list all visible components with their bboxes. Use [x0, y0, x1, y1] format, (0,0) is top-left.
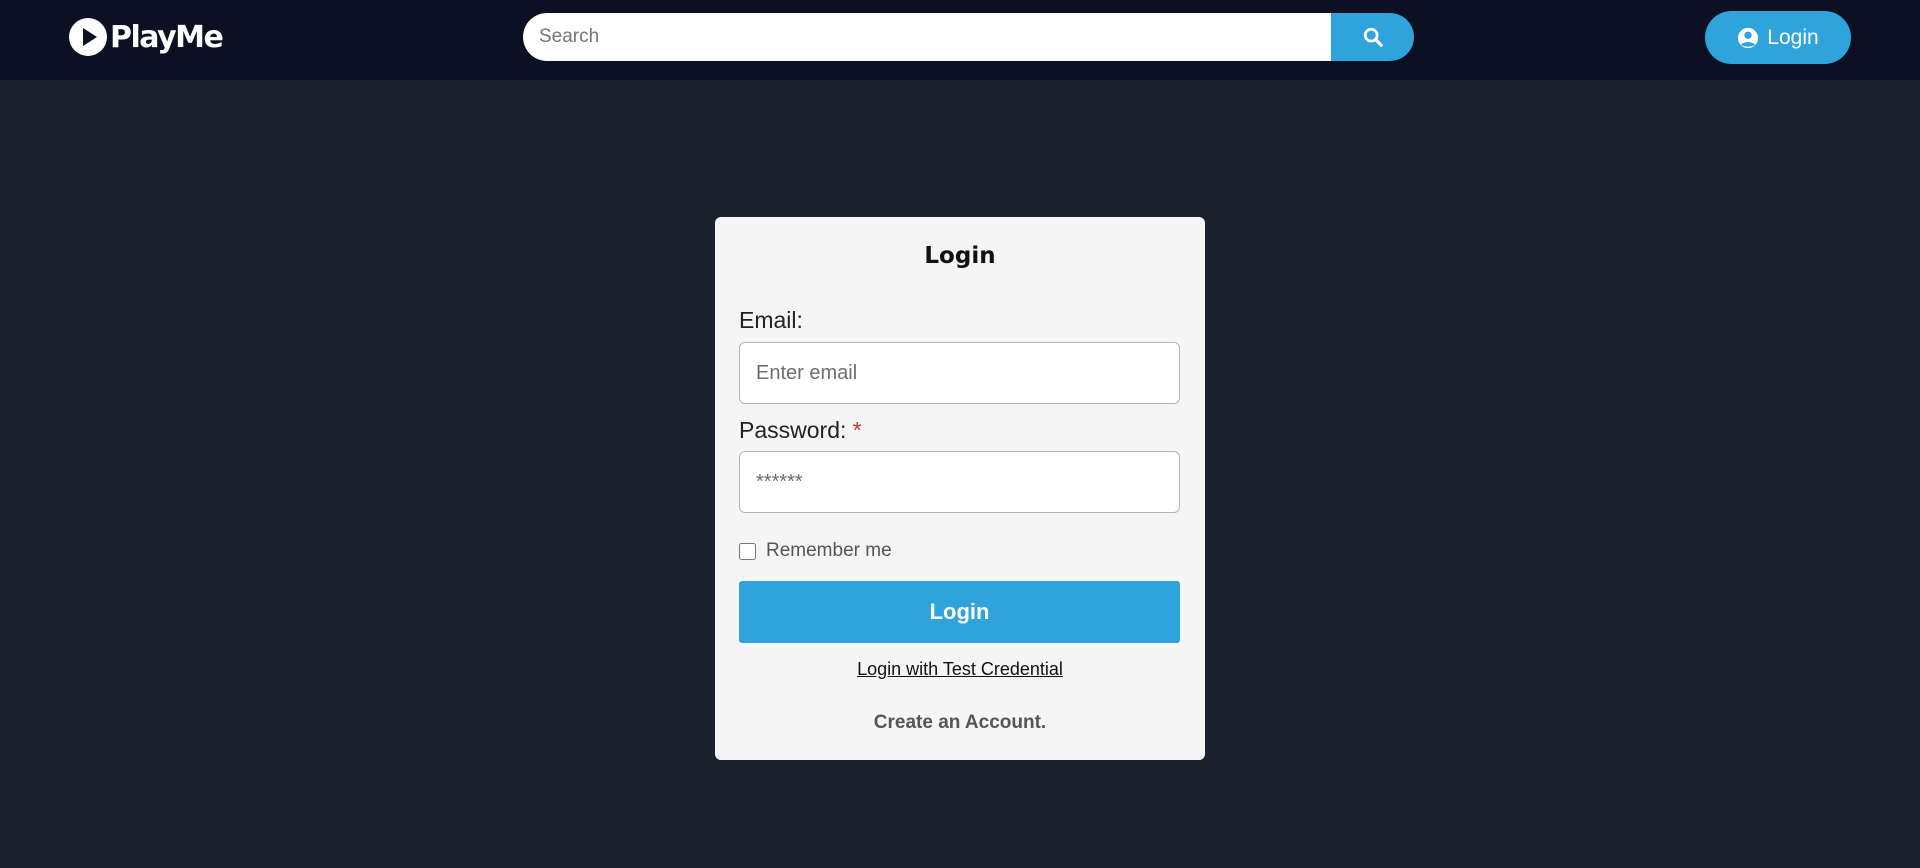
user-circle-icon: [1738, 27, 1759, 48]
email-label: Email:: [739, 307, 803, 334]
search-input[interactable]: [523, 13, 1331, 61]
email-label-text: Email:: [739, 307, 803, 333]
login-title: Login: [924, 243, 996, 269]
search-icon: [1363, 27, 1383, 47]
test-credential-link[interactable]: Login with Test Credential: [715, 659, 1205, 680]
password-label: Password: *: [739, 417, 862, 444]
top-navbar: PlayMe Login: [0, 0, 1920, 80]
create-account-link[interactable]: Create an Account.: [715, 712, 1205, 734]
search-bar: [523, 13, 1414, 61]
brand-name: PlayMe: [110, 19, 224, 55]
header-login-button[interactable]: Login: [1705, 11, 1851, 64]
play-circle-icon: [69, 18, 107, 56]
login-submit-button[interactable]: Login: [739, 581, 1180, 643]
brand-logo[interactable]: PlayMe: [68, 17, 224, 57]
search-button[interactable]: [1331, 13, 1414, 61]
header-login-label: Login: [1767, 25, 1819, 49]
password-label-text: Password:: [739, 417, 847, 443]
remember-me-label: Remember me: [766, 540, 892, 561]
login-card: Login Email: Password: * Remember me Log…: [715, 217, 1205, 760]
email-field[interactable]: [739, 342, 1180, 404]
remember-me-checkbox[interactable]: [739, 542, 756, 560]
required-marker: *: [852, 417, 862, 443]
remember-me[interactable]: Remember me: [739, 540, 892, 562]
password-field[interactable]: [739, 451, 1180, 513]
